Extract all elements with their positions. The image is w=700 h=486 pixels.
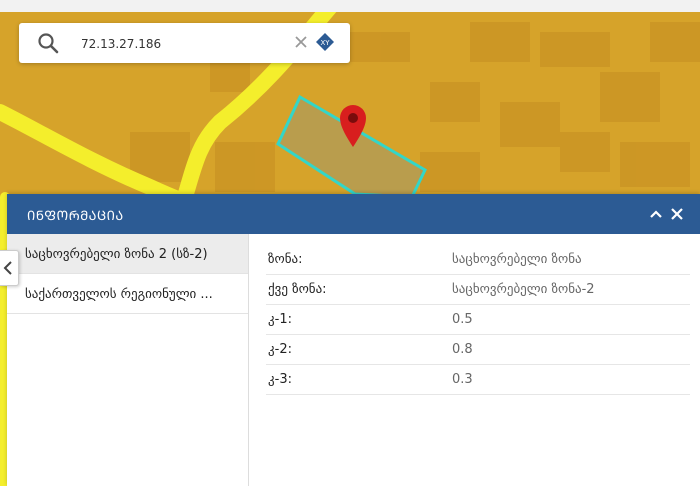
attribute-key: ქვე ზონა: <box>268 282 327 297</box>
clear-icon[interactable] <box>293 34 309 50</box>
attribute-row: კ-1: 0.5 <box>266 304 690 335</box>
side-panel-toggle[interactable] <box>0 250 19 286</box>
layer-list-item[interactable]: საქართველოს რეგიონული ... <box>7 274 248 314</box>
attribute-row: კ-3: 0.3 <box>266 364 690 395</box>
attribute-row: ქვე ზონა: საცხოვრებელი ზონა-2 <box>266 274 690 305</box>
top-strip <box>0 0 700 12</box>
attribute-value: 0.3 <box>452 372 473 387</box>
attribute-key: კ-2: <box>268 342 292 357</box>
chevron-left-icon <box>3 261 12 275</box>
info-panel: ᲘᲜᲤᲝᲠᲛᲐᲪᲘᲐ საცხოვრებელი ზონა 2 (სზ-2) სა… <box>7 194 700 486</box>
attribute-value: 0.8 <box>452 342 473 357</box>
xy-icon[interactable]: XY <box>315 32 335 52</box>
attribute-value: საცხოვრებელი ზონა <box>452 252 582 267</box>
attribute-row: ზონა: საცხოვრებელი ზონა <box>266 244 690 275</box>
attribute-key: კ-3: <box>268 372 292 387</box>
info-panel-title: ᲘᲜᲤᲝᲠᲛᲐᲪᲘᲐ <box>27 209 124 224</box>
layer-list-item-label: საქართველოს რეგიონული ... <box>25 287 213 302</box>
xy-badge-label: XY <box>320 39 330 47</box>
collapse-icon[interactable] <box>648 206 664 222</box>
attribute-key: ზონა: <box>268 252 303 267</box>
info-panel-header: ᲘᲜᲤᲝᲠᲛᲐᲪᲘᲐ <box>7 194 700 234</box>
layer-list-item-label: საცხოვრებელი ზონა 2 (სზ-2) <box>25 247 208 262</box>
attribute-row: კ-2: 0.8 <box>266 334 690 365</box>
search-bar: XY <box>19 23 350 63</box>
attribute-value: საცხოვრებელი ზონა-2 <box>452 282 595 297</box>
search-icon[interactable] <box>37 32 59 54</box>
attribute-key: კ-1: <box>268 312 292 327</box>
close-icon[interactable] <box>669 206 685 222</box>
layer-list-item[interactable]: საცხოვრებელი ზონა 2 (სზ-2) <box>7 234 248 274</box>
layer-list: საცხოვრებელი ზონა 2 (სზ-2) საქართველოს რ… <box>7 234 249 486</box>
attribute-value: 0.5 <box>452 312 473 327</box>
search-input[interactable] <box>79 33 283 55</box>
